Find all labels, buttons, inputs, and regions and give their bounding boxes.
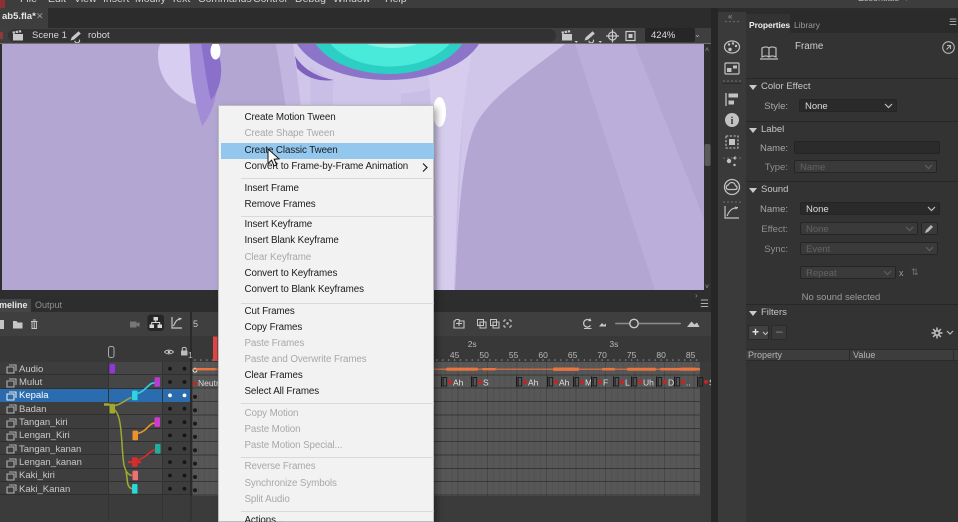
svg-text:65: 65 <box>568 350 578 360</box>
svg-text:45: 45 <box>450 350 460 360</box>
svg-text:˄: ˄ <box>705 47 709 54</box>
svg-text:›: › <box>695 291 698 299</box>
svg-text:70: 70 <box>597 350 607 360</box>
svg-text:55: 55 <box>509 350 519 360</box>
svg-text:..: .. <box>686 377 691 387</box>
svg-text:50: 50 <box>479 350 489 360</box>
svg-text:Ah: Ah <box>559 377 570 387</box>
svg-text:3s: 3s <box>609 339 618 349</box>
svg-text:85: 85 <box>686 350 696 360</box>
svg-text:˅: ˅ <box>705 284 709 291</box>
svg-text:80: 80 <box>656 350 666 360</box>
svg-text:1: 1 <box>188 350 193 360</box>
svg-text:Ah: Ah <box>528 377 539 387</box>
svg-text:60: 60 <box>538 350 548 360</box>
svg-text:i: i <box>731 116 734 127</box>
svg-text:F: F <box>603 377 608 387</box>
svg-text:Uh: Uh <box>643 377 654 387</box>
svg-text:75: 75 <box>627 350 637 360</box>
svg-text:5: 5 <box>193 319 198 329</box>
svg-text:Neutr: Neutr <box>198 378 219 388</box>
svg-text:2s: 2s <box>468 339 477 349</box>
svg-text:S: S <box>483 377 489 387</box>
svg-text:L: L <box>625 377 630 387</box>
svg-text:Ah: Ah <box>453 377 464 387</box>
svg-text:D: D <box>668 377 674 387</box>
